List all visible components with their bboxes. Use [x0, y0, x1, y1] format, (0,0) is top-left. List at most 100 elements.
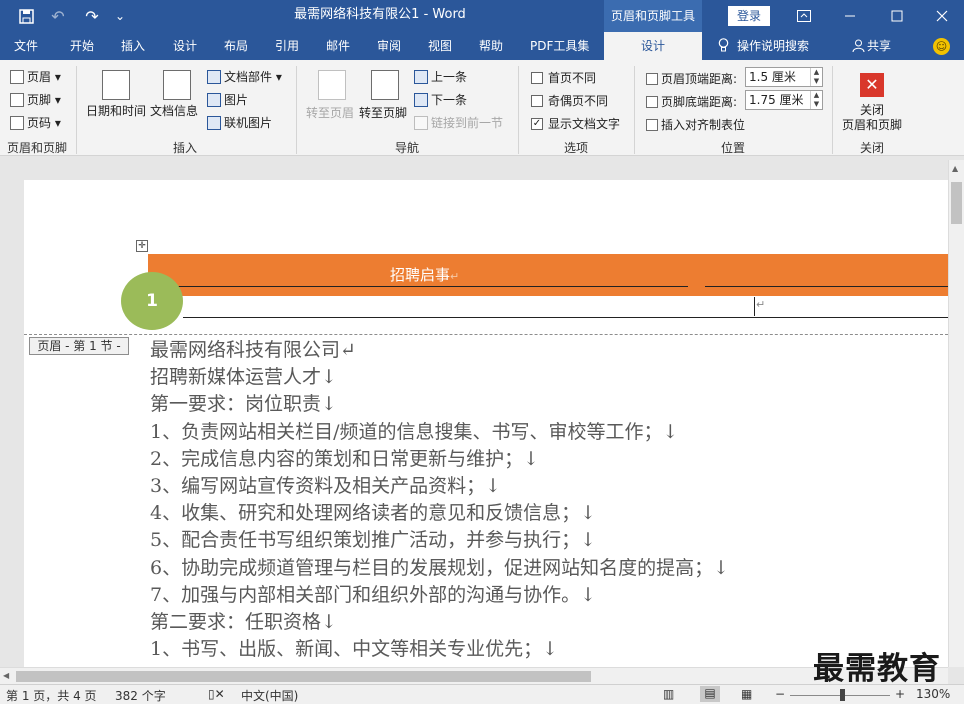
- zoom-level[interactable]: 130%: [916, 687, 950, 701]
- smiley-feedback-icon[interactable]: ☺: [933, 38, 950, 55]
- document-parts-button[interactable]: 文档部件 ▾: [207, 68, 282, 85]
- tab-insert[interactable]: 插入: [121, 32, 145, 60]
- header-button[interactable]: 页眉 ▾: [10, 68, 61, 85]
- goto-footer-button[interactable]: 转至页脚: [359, 104, 407, 121]
- header-number-badge: 1: [121, 272, 183, 330]
- zoom-out-button[interactable]: −: [775, 687, 785, 701]
- insert-alignment-tab-button[interactable]: 插入对齐制表位: [646, 116, 745, 133]
- tab-design[interactable]: 设计: [173, 32, 197, 60]
- body-line: 最需网络科技有限公司↵: [150, 339, 356, 361]
- group-label-close: 关闭: [859, 141, 884, 155]
- print-layout-icon[interactable]: ▤: [700, 686, 720, 702]
- footer-bottom-distance-value: 1.75 厘米: [749, 93, 804, 107]
- scroll-up-icon[interactable]: ▲: [952, 164, 958, 173]
- footer-bottom-distance-text: 页脚底端距离:: [661, 95, 738, 109]
- vertical-scroll-thumb[interactable]: [951, 182, 962, 224]
- show-document-text-checkbox[interactable]: ✓ 显示文档文字: [531, 115, 620, 132]
- lightbulb-icon: [718, 38, 729, 52]
- close-window-icon[interactable]: [922, 0, 962, 32]
- header-rule-line: [148, 286, 688, 287]
- online-picture-button[interactable]: 联机图片: [207, 114, 272, 131]
- horizontal-scroll-thumb[interactable]: [16, 671, 591, 682]
- online-picture-label: 联机图片: [224, 116, 273, 130]
- footer-button[interactable]: 页脚 ▾: [10, 91, 61, 108]
- tab-pdf-tools[interactable]: PDF工具集: [530, 32, 589, 60]
- tab-home[interactable]: 开始: [70, 32, 94, 60]
- vertical-scrollbar[interactable]: ▲: [948, 160, 964, 667]
- maximize-icon[interactable]: [877, 0, 917, 32]
- next-button[interactable]: 下一条: [414, 91, 467, 108]
- document-info-icon[interactable]: [163, 70, 191, 100]
- online-picture-icon: [207, 115, 221, 130]
- picture-button[interactable]: 图片: [207, 91, 248, 108]
- web-layout-icon[interactable]: ▦: [741, 687, 752, 701]
- language-status[interactable]: 中文(中国): [241, 687, 298, 704]
- read-mode-icon[interactable]: ▥: [663, 687, 674, 701]
- group-label-insert: 插入: [172, 141, 197, 155]
- header-rule-line: [705, 286, 948, 287]
- calendar-clock-icon[interactable]: [102, 70, 130, 100]
- previous-button[interactable]: 上一条: [414, 68, 467, 85]
- different-first-page-checkbox[interactable]: 首页不同: [531, 69, 596, 86]
- tab-view[interactable]: 视图: [428, 32, 452, 60]
- tell-me-search[interactable]: 操作说明搜索: [718, 32, 809, 60]
- header-top-distance-label: 页眉顶端距离:: [646, 70, 737, 87]
- date-time-button[interactable]: 日期和时间: [86, 102, 146, 119]
- save-icon[interactable]: [12, 0, 40, 32]
- spinner-arrows-icon[interactable]: ▲ ▼: [810, 91, 822, 109]
- zoom-in-button[interactable]: +: [895, 687, 905, 701]
- header-banner[interactable]: 招聘启事↵: [148, 254, 948, 296]
- tab-mailings[interactable]: 邮件: [326, 32, 350, 60]
- zoom-slider-thumb[interactable]: [840, 689, 845, 701]
- footer-label: 页脚: [27, 93, 52, 107]
- undo-icon[interactable]: ↶: [46, 0, 70, 32]
- body-line: 招聘新媒体运营人才↓: [150, 366, 337, 389]
- tab-help[interactable]: 帮助: [479, 32, 503, 60]
- word-count[interactable]: 382 个字: [115, 687, 166, 704]
- previous-icon: [414, 69, 428, 84]
- header-top-distance-spinner[interactable]: 1.5 厘米 ▲ ▼: [745, 67, 823, 87]
- table-move-handle-icon[interactable]: ✛: [136, 240, 148, 252]
- paragraph-mark: ↵: [756, 298, 766, 311]
- close-header-footer-button[interactable]: 关闭 页眉和页脚: [842, 103, 902, 133]
- goto-footer-icon[interactable]: [371, 70, 399, 100]
- header-distance-icon: [646, 72, 658, 85]
- scroll-left-icon[interactable]: ◀: [3, 671, 9, 680]
- document-info-button[interactable]: 文档信息: [150, 102, 198, 119]
- tell-me-label: 操作说明搜索: [737, 39, 810, 53]
- body-line: 第一要求：岗位职责↓: [150, 393, 337, 416]
- proofing-icon[interactable]: ▯✕: [208, 687, 225, 701]
- header-top-distance-value: 1.5 厘米: [749, 70, 796, 84]
- close-x-icon[interactable]: ✕: [860, 73, 884, 97]
- header-rule-line: [183, 317, 948, 318]
- spinner-arrows-icon[interactable]: ▲ ▼: [810, 68, 822, 86]
- redo-icon[interactable]: ↷: [80, 0, 104, 32]
- tab-references[interactable]: 引用: [275, 32, 299, 60]
- different-odd-even-checkbox[interactable]: 奇偶页不同: [531, 92, 608, 109]
- body-line: 第二要求：任职资格↓: [150, 610, 337, 633]
- tab-review[interactable]: 审阅: [377, 32, 401, 60]
- minimize-icon[interactable]: [830, 0, 870, 32]
- document-body-text[interactable]: 最需网络科技有限公司↵ 招聘新媒体运营人才↓ 第一要求：岗位职责↓ 1、负责网站…: [150, 337, 729, 663]
- tab-file[interactable]: 文件: [14, 32, 38, 60]
- page-number-button[interactable]: 页码 ▾: [10, 114, 61, 131]
- body-line: 1、负责网站相关栏目/频道的信息搜集、书写、审校等工作；↓: [150, 420, 679, 443]
- tab-header-footer-design[interactable]: 设计: [604, 32, 702, 60]
- footer-bottom-distance-spinner[interactable]: 1.75 厘米 ▲ ▼: [745, 90, 823, 110]
- login-button[interactable]: 登录: [728, 6, 770, 26]
- group-label-position: 位置: [720, 141, 745, 155]
- horizontal-scrollbar[interactable]: ◀: [0, 667, 948, 684]
- ribbon-display-options-icon[interactable]: [784, 0, 824, 32]
- close-label-line1: 关闭: [859, 103, 884, 117]
- close-label-line2: 页眉和页脚: [842, 118, 903, 132]
- tab-layout[interactable]: 布局: [224, 32, 248, 60]
- picture-icon: [207, 92, 221, 107]
- group-separator: [832, 66, 833, 154]
- share-button[interactable]: 共享: [852, 32, 891, 60]
- page-count[interactable]: 第 1 页，共 4 页: [6, 687, 97, 704]
- window-title: 最需网络科技有限公1 - Word: [294, 7, 466, 22]
- customize-quick-access-icon[interactable]: ⌄: [110, 0, 130, 32]
- page-number-label: 页码: [27, 116, 52, 130]
- document-parts-label: 文档部件: [224, 70, 273, 84]
- document-parts-icon: [207, 69, 221, 84]
